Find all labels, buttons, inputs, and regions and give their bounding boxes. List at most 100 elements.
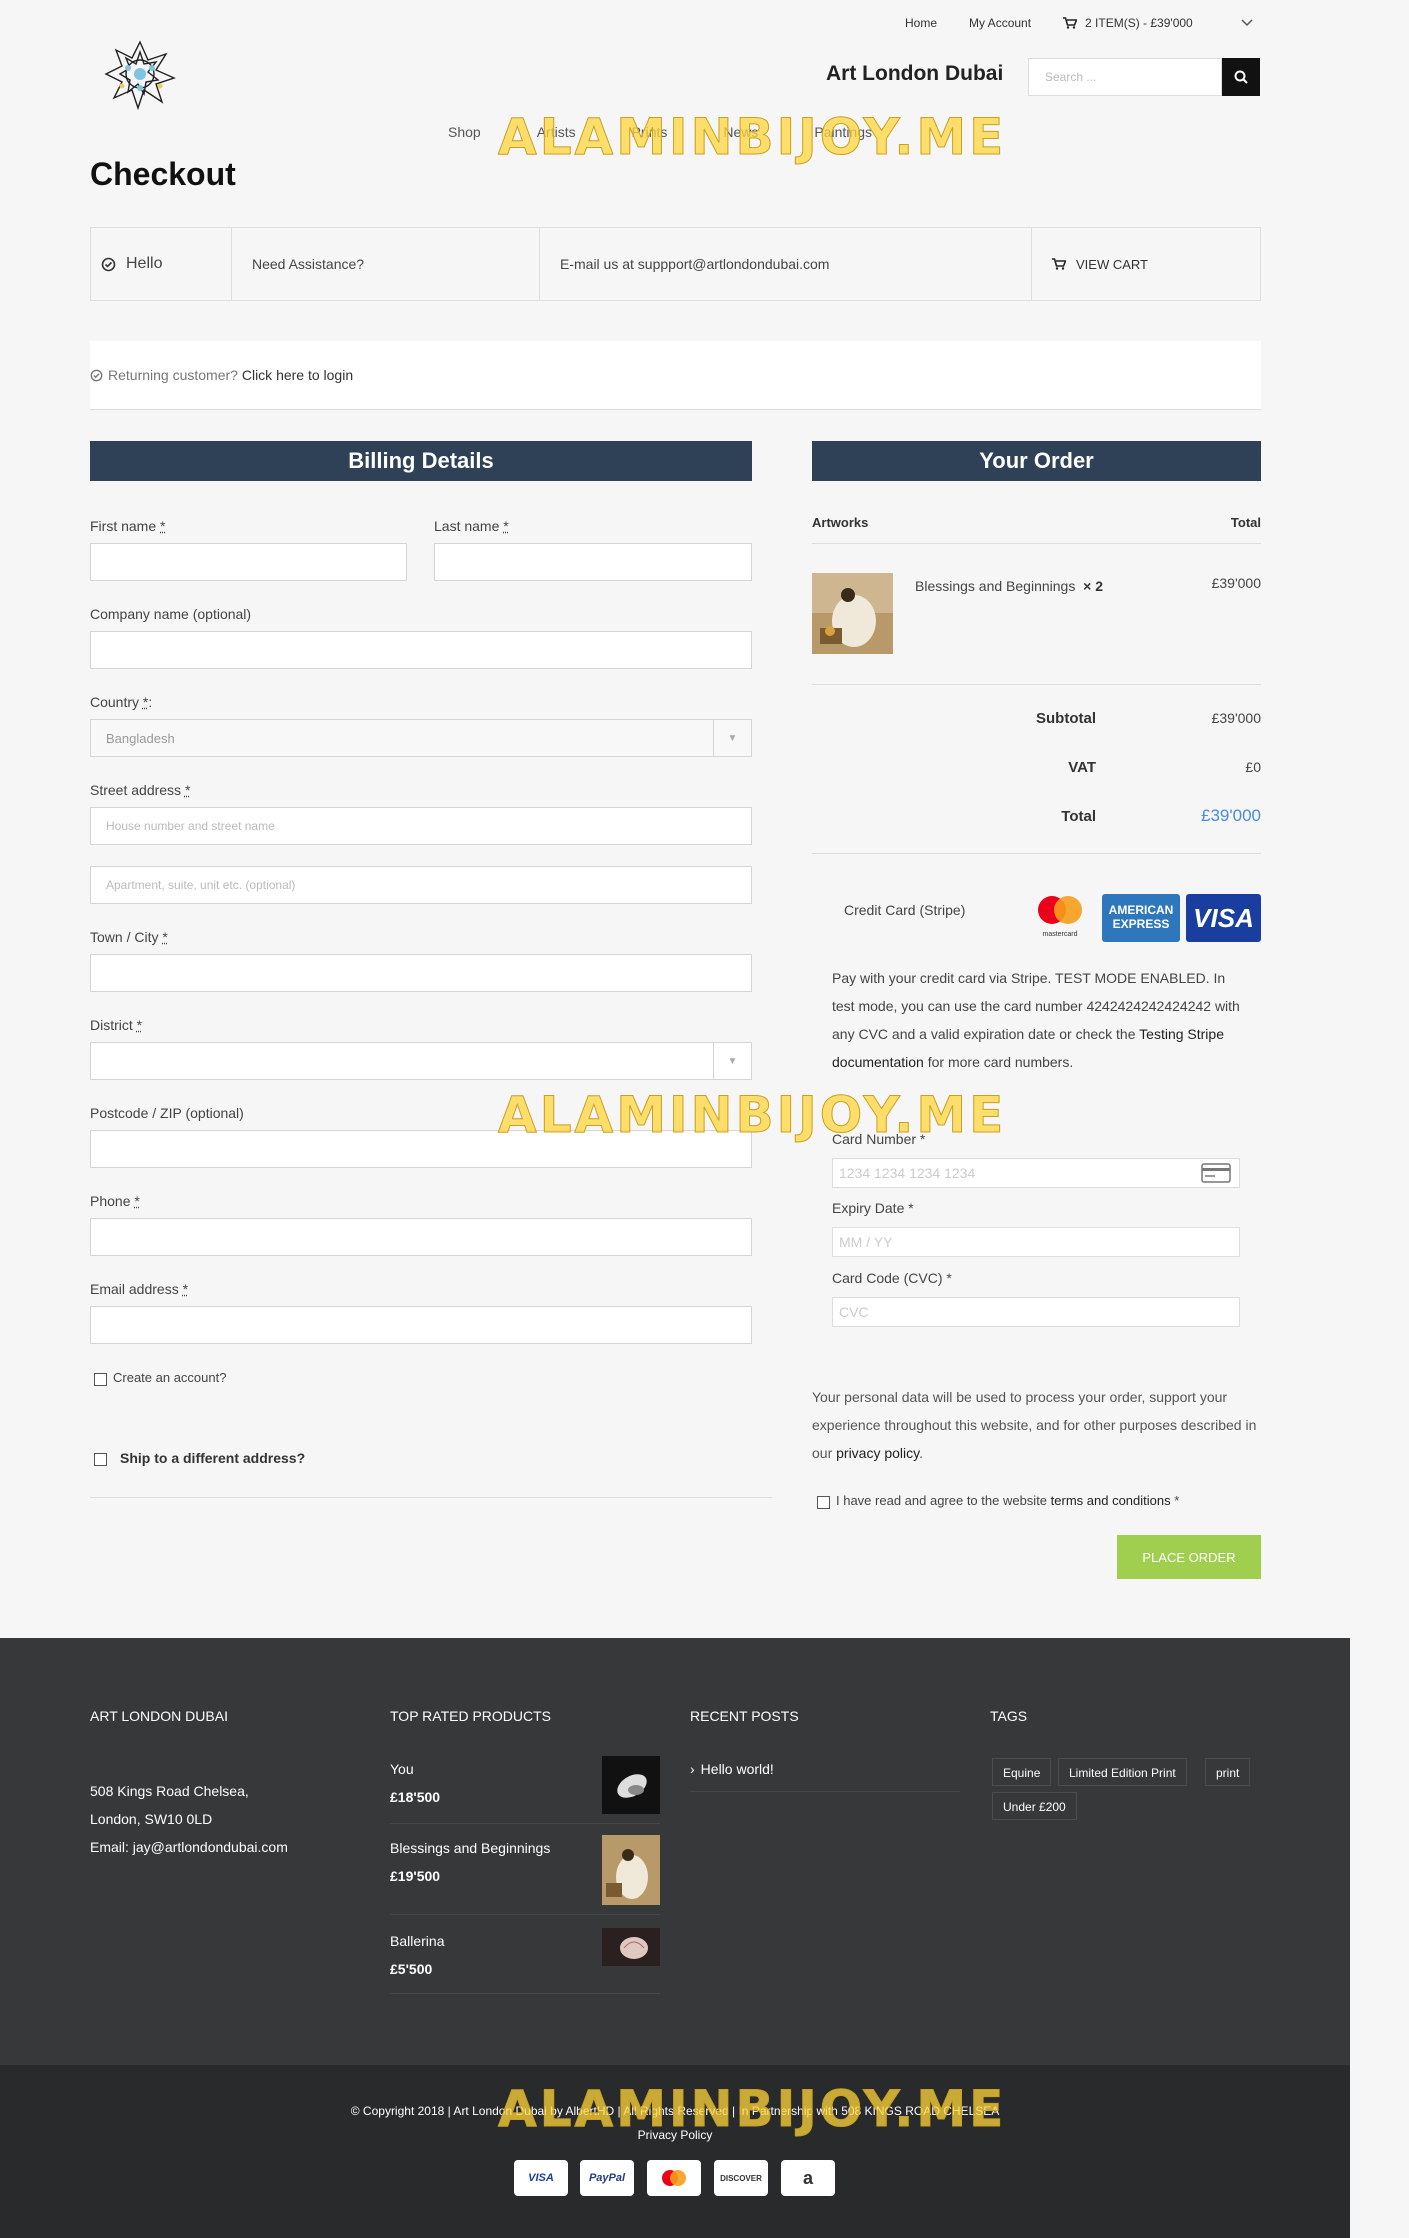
- country-label: Country *:: [90, 694, 153, 710]
- chevron-down-icon: ▼: [713, 720, 751, 756]
- create-account-checkbox[interactable]: [94, 1373, 107, 1386]
- stripe-description: Pay with your credit card via Stripe. TE…: [832, 964, 1247, 1076]
- address-line-2: London, SW10 0LD: [90, 1811, 213, 1827]
- footer-product[interactable]: Ballerina £5'500: [390, 1928, 660, 1994]
- expiry-input[interactable]: MM / YY: [832, 1227, 1240, 1257]
- total-label: Total: [1061, 808, 1096, 825]
- search-icon: [1234, 70, 1248, 84]
- footer-product[interactable]: Blessings and Beginnings £19'500: [390, 1835, 660, 1915]
- credit-card-icon: [1201, 1163, 1231, 1183]
- footer-product-thumb: [602, 1835, 660, 1905]
- footer-email[interactable]: Email: jay@artlondondubai.com: [90, 1833, 288, 1861]
- site-logo[interactable]: [100, 34, 180, 114]
- footer-product[interactable]: You £18'500: [390, 1756, 660, 1824]
- footer-col1-title: ART LONDON DUBAI: [90, 1708, 228, 1724]
- order-divider: [812, 853, 1261, 854]
- header-cart[interactable]: 2 ITEM(S) - £39'000: [1063, 16, 1253, 30]
- tag-under-200[interactable]: Under £200: [992, 1792, 1077, 1820]
- terms-checkbox[interactable]: [817, 1496, 830, 1509]
- total-value: £39'000: [1201, 806, 1261, 825]
- my-account-link[interactable]: My Account: [969, 16, 1031, 30]
- address-line-1: 508 Kings Road Chelsea,: [90, 1783, 249, 1799]
- email-label-text: Email address: [90, 1281, 179, 1297]
- assistance-text: Need Assistance?: [252, 256, 365, 272]
- terms-link[interactable]: terms and conditions: [1051, 1493, 1171, 1508]
- col-total: Total: [1230, 515, 1261, 530]
- search-input[interactable]: Search ...: [1028, 58, 1222, 96]
- tag-print[interactable]: print: [1205, 1758, 1251, 1786]
- vat-label: VAT: [1068, 759, 1096, 776]
- district-label: District *: [90, 1017, 143, 1033]
- cart-icon: [1052, 258, 1066, 270]
- ship-different-checkbox[interactable]: [94, 1453, 107, 1466]
- cart-icon: [1063, 17, 1078, 29]
- email-label: Email address *: [90, 1281, 189, 1297]
- last-name-label-text: Last name: [434, 518, 500, 534]
- amazon-payment-icon: a: [781, 2160, 835, 2196]
- country-select[interactable]: Bangladesh ▼: [90, 719, 752, 757]
- returning-customer-bar: Returning customer? Click here to login: [90, 341, 1261, 410]
- footer-product-thumb: [602, 1756, 660, 1814]
- support-email[interactable]: E-mail us at suppport@artlondondubai.com: [560, 256, 829, 272]
- subtotal-label: Subtotal: [1036, 710, 1096, 727]
- watermark: ALAMINBIJOY.ME: [497, 2080, 1007, 2139]
- district-label-text: District: [90, 1017, 133, 1033]
- recent-post-item[interactable]: › Hello world!: [690, 1755, 960, 1792]
- payment-method-label: Credit Card (Stripe): [844, 902, 966, 918]
- search-button[interactable]: [1222, 58, 1260, 96]
- town-label-text: Town / City: [90, 929, 159, 945]
- create-account-label: Create an account?: [113, 1370, 227, 1385]
- footer-col4-title: TAGS: [990, 1708, 1028, 1724]
- street-label-text: Street address: [90, 782, 182, 798]
- card-number-input[interactable]: 1234 1234 1234 1234: [832, 1158, 1240, 1188]
- postcode-label: Postcode / ZIP (optional): [90, 1105, 244, 1121]
- place-order-button[interactable]: PLACE ORDER: [1117, 1535, 1261, 1579]
- chevron-right-icon: ›: [690, 1761, 695, 1777]
- cvc-input[interactable]: CVC: [832, 1297, 1240, 1327]
- tag-equine[interactable]: Equine: [992, 1758, 1052, 1786]
- street-input-2[interactable]: Apartment, suite, unit etc. (optional): [90, 866, 752, 904]
- page-title: Checkout: [90, 156, 236, 192]
- stripe-desc-end: for more card numbers.: [923, 1054, 1074, 1070]
- terms-end: *: [1170, 1493, 1180, 1508]
- brand-name[interactable]: Art London Dubai: [826, 62, 1003, 86]
- mastercard-circles: [1038, 896, 1082, 924]
- mastercard-text: mastercard: [1042, 931, 1078, 938]
- street-input-1[interactable]: House number and street name: [90, 807, 752, 845]
- privacy-policy-link[interactable]: privacy policy: [836, 1445, 919, 1461]
- company-input[interactable]: [90, 631, 752, 669]
- returning-customer-prompt: Returning customer?: [108, 367, 238, 383]
- check-circle-icon: [90, 369, 103, 381]
- visa-icon: VISA: [1186, 894, 1261, 942]
- email-input[interactable]: [90, 1306, 752, 1344]
- cart-summary: 2 ITEM(S) - £39'000: [1085, 16, 1193, 30]
- town-label: Town / City *: [90, 929, 168, 945]
- order-item-thumbnail[interactable]: [812, 573, 893, 654]
- order-item-name: Blessings and Beginnings × 2: [915, 578, 1103, 594]
- privacy-end: .: [919, 1445, 924, 1461]
- view-cart-label: VIEW CART: [1076, 256, 1148, 272]
- tag-limited-edition-print[interactable]: Limited Edition Print: [1058, 1758, 1187, 1786]
- visa-payment-icon: VISA: [514, 2160, 568, 2196]
- town-input[interactable]: [90, 954, 752, 992]
- footer-product-thumb: [602, 1928, 660, 1966]
- first-name-input[interactable]: [90, 543, 407, 581]
- order-divider: [812, 684, 1261, 685]
- hello-cell: Hello: [91, 228, 232, 300]
- order-item-title: Blessings and Beginnings: [915, 578, 1076, 594]
- ship-different-label: Ship to a different address?: [120, 1450, 306, 1466]
- last-name-input[interactable]: [434, 543, 752, 581]
- paypal-payment-icon: PayPal: [580, 2160, 634, 2196]
- phone-input[interactable]: [90, 1218, 752, 1256]
- footer-col3-title: RECENT POSTS: [690, 1708, 799, 1724]
- mastercard-icon: mastercard: [1032, 892, 1088, 940]
- recent-post-link[interactable]: Hello world!: [701, 1761, 774, 1777]
- district-select[interactable]: ▼: [90, 1042, 752, 1080]
- top-links: Home My Account 2 ITEM(S) - £39'000: [905, 16, 1253, 30]
- home-link[interactable]: Home: [905, 16, 937, 30]
- nav-shop[interactable]: Shop: [448, 124, 481, 140]
- view-cart-button[interactable]: VIEW CART: [1032, 228, 1260, 300]
- terms-label: I have read and agree to the website ter…: [836, 1493, 1179, 1508]
- login-link[interactable]: Click here to login: [242, 367, 353, 383]
- assistance-cell: Need Assistance?: [232, 228, 540, 300]
